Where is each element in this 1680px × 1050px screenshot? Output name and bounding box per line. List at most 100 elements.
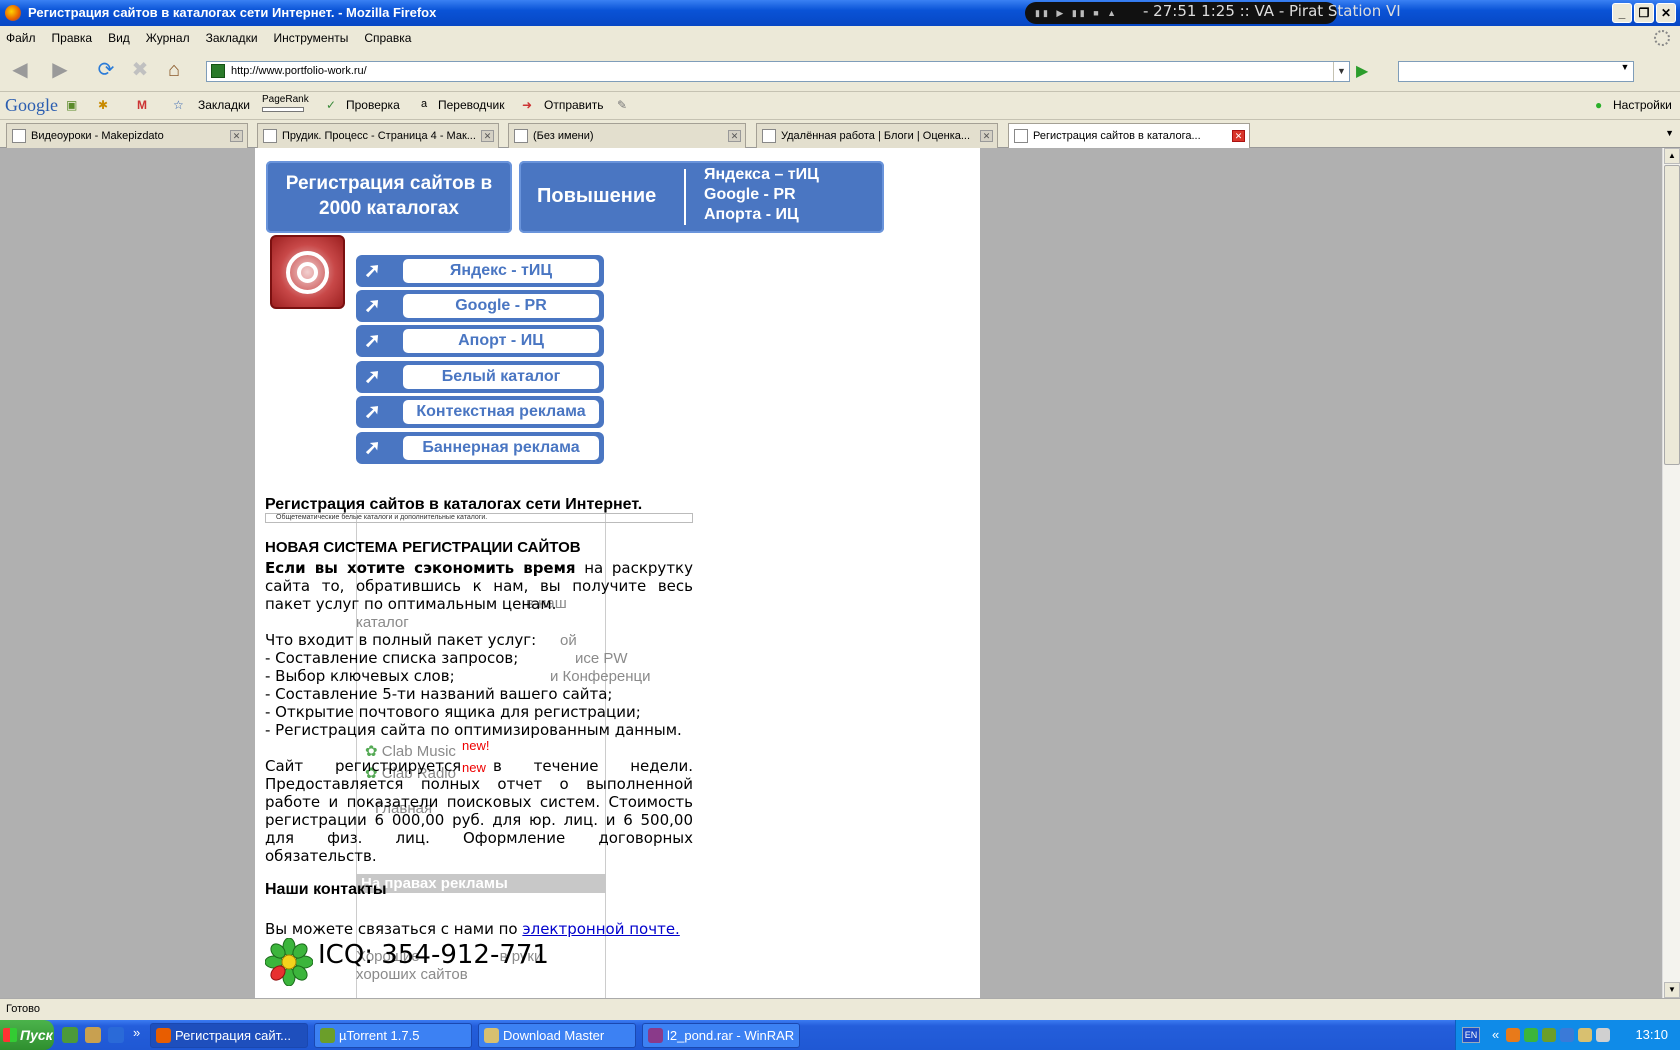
gadget-icon[interactable]: ✱ bbox=[98, 98, 108, 112]
scroll-up-icon[interactable]: ▲ bbox=[1664, 148, 1680, 164]
settings-button[interactable]: Настройки bbox=[1613, 98, 1672, 112]
spellcheck-button[interactable]: Проверка bbox=[346, 98, 400, 112]
close-button[interactable]: ✕ bbox=[1656, 3, 1676, 23]
stop-icon[interactable]: ✖ bbox=[126, 56, 154, 84]
quicklaunch-mail-icon[interactable] bbox=[85, 1027, 101, 1043]
arrow-icon: ➚ bbox=[364, 437, 381, 459]
banner-boost-google: Google - PR bbox=[704, 186, 796, 203]
banner-divider bbox=[684, 169, 686, 225]
tray-volume-icon[interactable] bbox=[1596, 1028, 1610, 1042]
winamp-track: - 27:51 1:25 :: VA - Pirat Station VI bbox=[1143, 2, 1401, 20]
menu-file[interactable]: Файл bbox=[6, 31, 36, 45]
tray-network-icon[interactable] bbox=[1560, 1028, 1574, 1042]
gmail-icon[interactable]: M bbox=[137, 98, 147, 112]
taskbar-item-winrar[interactable]: l2_pond.rar - WinRAR bbox=[642, 1023, 800, 1048]
banner-registration[interactable]: Регистрация сайтов в 2000 каталогах bbox=[266, 161, 512, 233]
tray-expand-icon[interactable]: « bbox=[1492, 1020, 1499, 1050]
status-bar: Готово bbox=[0, 998, 1680, 1020]
back-icon[interactable]: ◀ bbox=[6, 56, 34, 84]
navigation-toolbar: ◀ ▶ ⟳ ✖ ⌂ http://www.portfolio-work.ru/ … bbox=[0, 50, 1680, 92]
taskbar-item-firefox[interactable]: Регистрация сайт... bbox=[150, 1023, 308, 1048]
tray-utorrent-icon[interactable] bbox=[1542, 1028, 1556, 1042]
menu-bookmarks[interactable]: Закладки bbox=[206, 31, 258, 45]
banner-boost[interactable]: Повышение Яндекса – тИЦ Google - PR Апор… bbox=[519, 161, 884, 233]
start-button[interactable]: Пуск bbox=[0, 1020, 54, 1050]
bookmarks-button[interactable]: Закладки bbox=[198, 98, 250, 112]
taskbar-item-utorrent[interactable]: µTorrent 1.7.5 bbox=[314, 1023, 472, 1048]
icq-flower-icon bbox=[265, 938, 313, 986]
scroll-thumb[interactable] bbox=[1664, 165, 1680, 465]
translate-button[interactable]: Переводчик bbox=[438, 98, 505, 112]
tab-label: Удалённая работа | Блоги | Оценка... bbox=[781, 130, 971, 142]
forward-icon[interactable]: ▶ bbox=[46, 56, 74, 84]
reload-icon[interactable]: ⟳ bbox=[92, 56, 120, 84]
tray-icq-icon[interactable] bbox=[1524, 1028, 1538, 1042]
menu-button-white-catalog[interactable]: ➚ Белый каталог bbox=[356, 361, 604, 393]
menu-help[interactable]: Справка bbox=[364, 31, 411, 45]
menu-button-google[interactable]: ➚ Google - PR bbox=[356, 290, 604, 322]
quicklaunch-icq-icon[interactable] bbox=[62, 1027, 78, 1043]
package-title: Что входит в полный пакет услуг: bbox=[265, 631, 537, 649]
quicklaunch-ie-icon[interactable] bbox=[108, 1027, 124, 1043]
arrow-icon: ➚ bbox=[364, 260, 381, 282]
tab-close-icon[interactable]: ✕ bbox=[230, 130, 243, 142]
home-icon[interactable]: ⌂ bbox=[160, 56, 188, 84]
menu-button-label: Баннерная реклама bbox=[403, 436, 599, 460]
google-logo[interactable]: Google bbox=[5, 95, 58, 116]
tab-videourok[interactable]: Видеоуроки - Makepizdato ✕ bbox=[6, 123, 248, 148]
tab-close-icon[interactable]: ✕ bbox=[980, 130, 993, 142]
settings-status-icon: ● bbox=[1595, 98, 1603, 112]
minimize-button[interactable]: _ bbox=[1612, 3, 1632, 23]
send-button[interactable]: Отправить bbox=[544, 98, 604, 112]
tab-close-icon[interactable]: ✕ bbox=[1232, 130, 1245, 142]
folder-icon[interactable]: ▣ bbox=[66, 98, 77, 112]
menu-edit[interactable]: Правка bbox=[52, 31, 93, 45]
tray-player-icon[interactable] bbox=[1506, 1028, 1520, 1042]
package-item: - Составление 5-ти названий вашего сайта… bbox=[265, 685, 613, 703]
icq-number[interactable]: ICQ: 354-912-771 bbox=[318, 940, 549, 970]
clock: 13:10 bbox=[1635, 1027, 1668, 1042]
arrow-icon: ➚ bbox=[364, 330, 381, 352]
email-link[interactable]: электронной почте. bbox=[522, 920, 679, 938]
package-list: Что входит в полный пакет услуг: - Соста… bbox=[265, 631, 693, 739]
menu-button-label: Яндекс - тИЦ bbox=[403, 259, 599, 283]
maximize-button[interactable]: ❐ bbox=[1634, 3, 1654, 23]
tab-strip: Видеоуроки - Makepizdato ✕ Прудик. Проце… bbox=[0, 120, 1680, 149]
search-input[interactable]: ▼ bbox=[1398, 61, 1634, 82]
intro-bold: Если вы хотите сэкономить время bbox=[265, 559, 576, 577]
winamp-bar[interactable]: ▮▮ ▶ ▮▮ ■ ▲ - 27:51 1:25 :: VA - Pirat S… bbox=[1025, 2, 1401, 24]
browser-window: Регистрация сайтов в каталогах сети Инте… bbox=[0, 0, 1680, 1050]
menu-button-yandex[interactable]: ➚ Яндекс - тИЦ bbox=[356, 255, 604, 287]
tab-remote-work[interactable]: Удалённая работа | Блоги | Оценка... ✕ bbox=[756, 123, 998, 148]
google-toolbar: Google ▣ ✱ M ☆ Закладки PageRank ✓ Прове… bbox=[0, 92, 1680, 120]
go-icon[interactable]: ▶ bbox=[1356, 61, 1368, 81]
url-field[interactable]: http://www.portfolio-work.ru/ ▼ bbox=[206, 61, 1350, 82]
tab-close-icon[interactable]: ✕ bbox=[728, 130, 741, 142]
pen-icon[interactable]: ✎ bbox=[617, 98, 627, 112]
tab-prudik[interactable]: Прудик. Процесс - Страница 4 - Мак... ✕ bbox=[257, 123, 499, 148]
menu-button-banner-ads[interactable]: ➚ Баннерная реклама bbox=[356, 432, 604, 464]
menu-button-aport[interactable]: ➚ Апорт - ИЦ bbox=[356, 325, 604, 357]
pagerank-bar bbox=[262, 107, 304, 112]
tray-download-icon[interactable] bbox=[1578, 1028, 1592, 1042]
tab-registration[interactable]: Регистрация сайтов в каталога... ✕ bbox=[1008, 123, 1250, 149]
package-item: - Выбор ключевых слов; bbox=[265, 667, 455, 685]
menu-button-context-ads[interactable]: ➚ Контекстная реклама bbox=[356, 396, 604, 428]
tab-close-icon[interactable]: ✕ bbox=[481, 130, 494, 142]
language-indicator[interactable]: EN bbox=[1462, 1027, 1480, 1043]
menu-history[interactable]: Журнал bbox=[146, 31, 190, 45]
menu-button-label: Белый каталог bbox=[403, 365, 599, 389]
quicklaunch-more-icon[interactable]: » bbox=[133, 1025, 140, 1040]
vertical-scrollbar[interactable]: ▲ ▼ bbox=[1662, 148, 1680, 998]
tab-untitled[interactable]: (Без имени) ✕ bbox=[508, 123, 746, 148]
bookmark-star-icon[interactable]: ☆ bbox=[173, 98, 184, 112]
menu-tools[interactable]: Инструменты bbox=[274, 31, 349, 45]
tab-list-icon[interactable]: ▼ bbox=[1665, 128, 1674, 138]
tab-favicon-icon bbox=[762, 129, 776, 143]
menu-view[interactable]: Вид bbox=[108, 31, 130, 45]
taskbar-item-download-master[interactable]: Download Master bbox=[478, 1023, 636, 1048]
url-dropdown-icon[interactable]: ▼ bbox=[1333, 62, 1349, 81]
winamp-controls[interactable]: ▮▮ ▶ ▮▮ ■ ▲ bbox=[1035, 2, 1119, 24]
search-dropdown-icon[interactable]: ▼ bbox=[1617, 62, 1633, 81]
scroll-down-icon[interactable]: ▼ bbox=[1664, 982, 1680, 998]
